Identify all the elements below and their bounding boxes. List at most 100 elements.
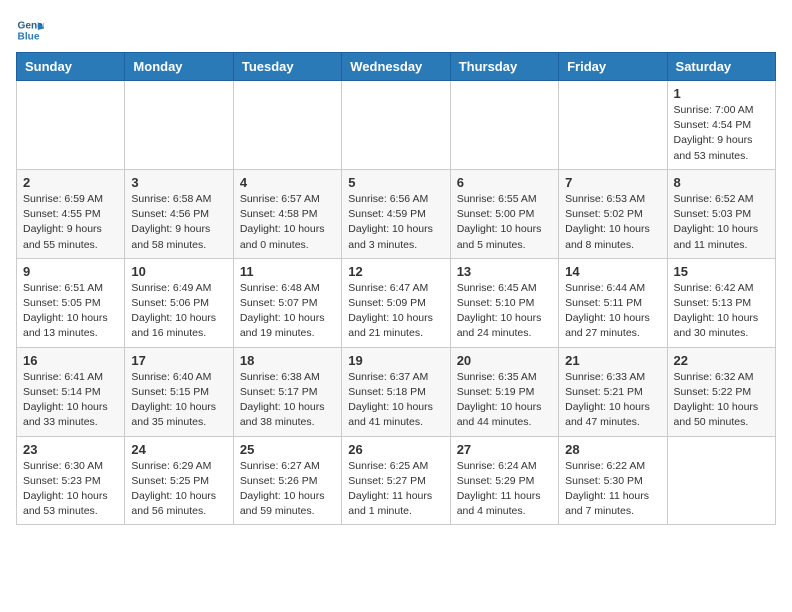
day-number: 20 xyxy=(457,353,552,368)
calendar-cell: 20 Sunrise: 6:35 AM Sunset: 5:19 PM Dayli… xyxy=(450,347,558,436)
day-info: Sunrise: 6:45 AM Sunset: 5:10 PM Dayligh… xyxy=(457,281,552,342)
day-info: Sunrise: 6:48 AM Sunset: 5:07 PM Dayligh… xyxy=(240,281,335,342)
calendar-cell: 9 Sunrise: 6:51 AM Sunset: 5:05 PM Daylig… xyxy=(17,258,125,347)
day-number: 28 xyxy=(565,442,660,457)
col-header-thursday: Thursday xyxy=(450,53,558,81)
day-info: Sunrise: 6:32 AM Sunset: 5:22 PM Dayligh… xyxy=(674,370,769,431)
calendar-cell: 27 Sunrise: 6:24 AM Sunset: 5:29 PM Dayli… xyxy=(450,436,558,525)
calendar-cell xyxy=(17,81,125,170)
day-info: Sunrise: 6:38 AM Sunset: 5:17 PM Dayligh… xyxy=(240,370,335,431)
col-header-friday: Friday xyxy=(559,53,667,81)
col-header-sunday: Sunday xyxy=(17,53,125,81)
day-number: 12 xyxy=(348,264,443,279)
day-number: 15 xyxy=(674,264,769,279)
calendar-cell: 1 Sunrise: 7:00 AM Sunset: 4:54 PM Daylig… xyxy=(667,81,775,170)
day-number: 10 xyxy=(131,264,226,279)
calendar-cell: 22 Sunrise: 6:32 AM Sunset: 5:22 PM Dayli… xyxy=(667,347,775,436)
calendar-cell: 10 Sunrise: 6:49 AM Sunset: 5:06 PM Dayli… xyxy=(125,258,233,347)
calendar-cell xyxy=(667,436,775,525)
day-info: Sunrise: 6:30 AM Sunset: 5:23 PM Dayligh… xyxy=(23,459,118,520)
calendar-cell: 26Sunrise: 6:25 AM Sunset: 5:27 PM Dayli… xyxy=(342,436,450,525)
calendar-cell: 12 Sunrise: 6:47 AM Sunset: 5:09 PM Dayli… xyxy=(342,258,450,347)
calendar-cell: 3Sunrise: 6:58 AM Sunset: 4:56 PM Daylig… xyxy=(125,169,233,258)
calendar-cell: 14Sunrise: 6:44 AM Sunset: 5:11 PM Dayli… xyxy=(559,258,667,347)
calendar-header-row: SundayMondayTuesdayWednesdayThursdayFrid… xyxy=(17,53,776,81)
day-info: Sunrise: 6:22 AM Sunset: 5:30 PM Dayligh… xyxy=(565,459,660,520)
calendar-cell: 11 Sunrise: 6:48 AM Sunset: 5:07 PM Dayli… xyxy=(233,258,341,347)
day-info: Sunrise: 6:56 AM Sunset: 4:59 PM Dayligh… xyxy=(348,192,443,253)
day-number: 25 xyxy=(240,442,335,457)
svg-text:Blue: Blue xyxy=(18,31,40,42)
calendar-cell xyxy=(559,81,667,170)
calendar-week-row: 9 Sunrise: 6:51 AM Sunset: 5:05 PM Daylig… xyxy=(17,258,776,347)
day-number: 6 xyxy=(457,175,552,190)
calendar-week-row: 1 Sunrise: 7:00 AM Sunset: 4:54 PM Daylig… xyxy=(17,81,776,170)
day-number: 11 xyxy=(240,264,335,279)
logo: General Blue xyxy=(16,16,48,44)
day-info: Sunrise: 6:42 AM Sunset: 5:13 PM Dayligh… xyxy=(674,281,769,342)
day-info: Sunrise: 6:57 AM Sunset: 4:58 PM Dayligh… xyxy=(240,192,335,253)
calendar-cell: 24 Sunrise: 6:29 AM Sunset: 5:25 PM Dayli… xyxy=(125,436,233,525)
day-info: Sunrise: 6:40 AM Sunset: 5:15 PM Dayligh… xyxy=(131,370,226,431)
calendar-cell: 8 Sunrise: 6:52 AM Sunset: 5:03 PM Daylig… xyxy=(667,169,775,258)
day-info: Sunrise: 6:33 AM Sunset: 5:21 PM Dayligh… xyxy=(565,370,660,431)
day-number: 13 xyxy=(457,264,552,279)
day-info: Sunrise: 6:59 AM Sunset: 4:55 PM Dayligh… xyxy=(23,192,118,253)
calendar-cell xyxy=(342,81,450,170)
calendar-table: SundayMondayTuesdayWednesdayThursdayFrid… xyxy=(16,52,776,525)
day-number: 2 xyxy=(23,175,118,190)
logo-icon: General Blue xyxy=(16,16,44,44)
day-info: Sunrise: 6:47 AM Sunset: 5:09 PM Dayligh… xyxy=(348,281,443,342)
day-number: 17 xyxy=(131,353,226,368)
calendar-cell: 13 Sunrise: 6:45 AM Sunset: 5:10 PM Dayli… xyxy=(450,258,558,347)
day-number: 3 xyxy=(131,175,226,190)
day-info: Sunrise: 6:49 AM Sunset: 5:06 PM Dayligh… xyxy=(131,281,226,342)
calendar-cell: 18Sunrise: 6:38 AM Sunset: 5:17 PM Dayli… xyxy=(233,347,341,436)
page-header: General Blue xyxy=(16,16,776,44)
day-number: 19 xyxy=(348,353,443,368)
calendar-cell: 15 Sunrise: 6:42 AM Sunset: 5:13 PM Dayli… xyxy=(667,258,775,347)
day-info: Sunrise: 6:37 AM Sunset: 5:18 PM Dayligh… xyxy=(348,370,443,431)
day-info: Sunrise: 6:25 AM Sunset: 5:27 PM Dayligh… xyxy=(348,459,443,520)
day-number: 22 xyxy=(674,353,769,368)
day-number: 21 xyxy=(565,353,660,368)
calendar-cell: 23 Sunrise: 6:30 AM Sunset: 5:23 PM Dayli… xyxy=(17,436,125,525)
calendar-cell: 19 Sunrise: 6:37 AM Sunset: 5:18 PM Dayli… xyxy=(342,347,450,436)
calendar-cell: 21 Sunrise: 6:33 AM Sunset: 5:21 PM Dayli… xyxy=(559,347,667,436)
col-header-monday: Monday xyxy=(125,53,233,81)
day-number: 16 xyxy=(23,353,118,368)
day-info: Sunrise: 6:51 AM Sunset: 5:05 PM Dayligh… xyxy=(23,281,118,342)
calendar-cell: 5Sunrise: 6:56 AM Sunset: 4:59 PM Daylig… xyxy=(342,169,450,258)
day-number: 9 xyxy=(23,264,118,279)
calendar-cell xyxy=(450,81,558,170)
day-info: Sunrise: 6:35 AM Sunset: 5:19 PM Dayligh… xyxy=(457,370,552,431)
calendar-cell: 28 Sunrise: 6:22 AM Sunset: 5:30 PM Dayli… xyxy=(559,436,667,525)
calendar-cell: 25 Sunrise: 6:27 AM Sunset: 5:26 PM Dayli… xyxy=(233,436,341,525)
day-info: Sunrise: 6:29 AM Sunset: 5:25 PM Dayligh… xyxy=(131,459,226,520)
calendar-cell: 6 Sunrise: 6:55 AM Sunset: 5:00 PM Daylig… xyxy=(450,169,558,258)
day-number: 8 xyxy=(674,175,769,190)
day-info: Sunrise: 6:52 AM Sunset: 5:03 PM Dayligh… xyxy=(674,192,769,253)
col-header-wednesday: Wednesday xyxy=(342,53,450,81)
calendar-cell xyxy=(233,81,341,170)
day-number: 23 xyxy=(23,442,118,457)
day-info: Sunrise: 7:00 AM Sunset: 4:54 PM Dayligh… xyxy=(674,103,769,164)
day-info: Sunrise: 6:27 AM Sunset: 5:26 PM Dayligh… xyxy=(240,459,335,520)
calendar-cell: 16Sunrise: 6:41 AM Sunset: 5:14 PM Dayli… xyxy=(17,347,125,436)
calendar-cell: 4 Sunrise: 6:57 AM Sunset: 4:58 PM Daylig… xyxy=(233,169,341,258)
calendar-week-row: 23 Sunrise: 6:30 AM Sunset: 5:23 PM Dayli… xyxy=(17,436,776,525)
day-info: Sunrise: 6:55 AM Sunset: 5:00 PM Dayligh… xyxy=(457,192,552,253)
col-header-tuesday: Tuesday xyxy=(233,53,341,81)
calendar-week-row: 16Sunrise: 6:41 AM Sunset: 5:14 PM Dayli… xyxy=(17,347,776,436)
day-info: Sunrise: 6:53 AM Sunset: 5:02 PM Dayligh… xyxy=(565,192,660,253)
day-number: 4 xyxy=(240,175,335,190)
day-number: 14 xyxy=(565,264,660,279)
calendar-cell: 2 Sunrise: 6:59 AM Sunset: 4:55 PM Daylig… xyxy=(17,169,125,258)
day-number: 7 xyxy=(565,175,660,190)
day-number: 1 xyxy=(674,86,769,101)
day-number: 27 xyxy=(457,442,552,457)
calendar-cell: 17 Sunrise: 6:40 AM Sunset: 5:15 PM Dayli… xyxy=(125,347,233,436)
day-number: 24 xyxy=(131,442,226,457)
col-header-saturday: Saturday xyxy=(667,53,775,81)
day-info: Sunrise: 6:24 AM Sunset: 5:29 PM Dayligh… xyxy=(457,459,552,520)
